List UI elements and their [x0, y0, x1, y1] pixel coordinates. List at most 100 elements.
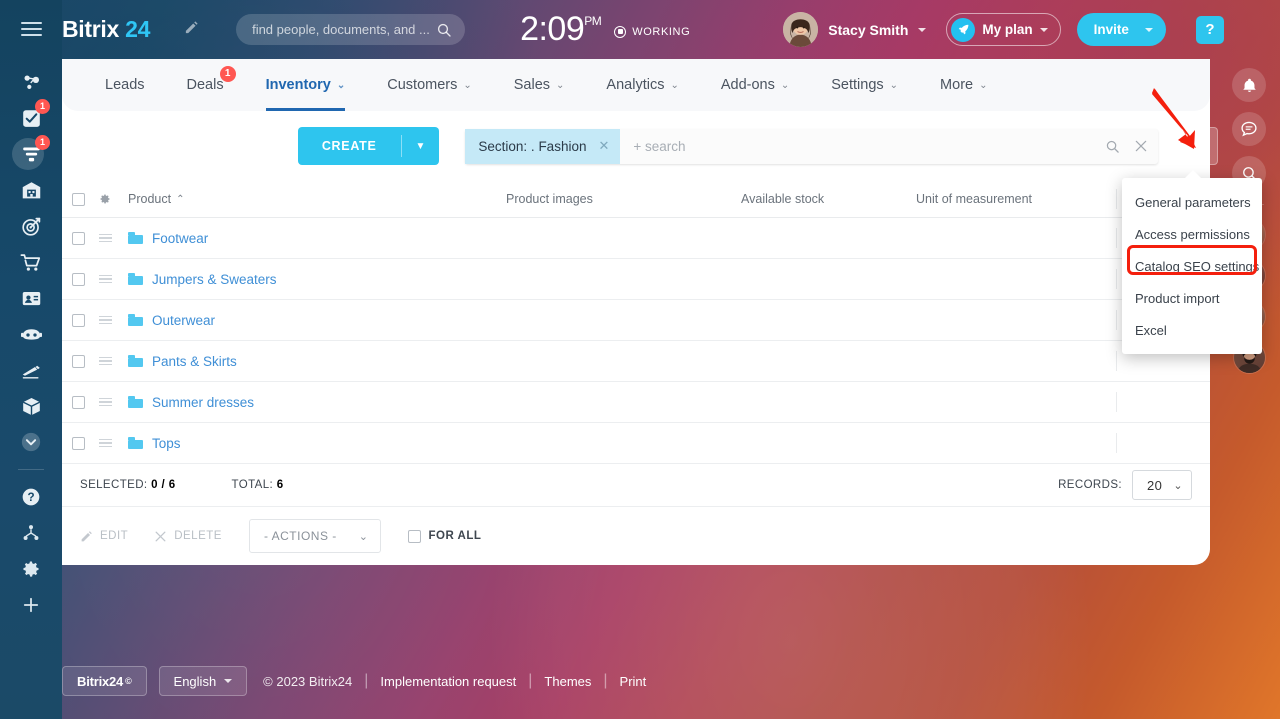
- sidebar-item-contact-center[interactable]: [0, 280, 62, 316]
- pencil-icon: [184, 20, 199, 35]
- app-root: 1 1: [0, 0, 1280, 719]
- row-select-cell[interactable]: [62, 355, 94, 368]
- work-status[interactable]: WORKING: [614, 26, 690, 38]
- actions-select[interactable]: - ACTIONS - ⌄: [249, 519, 381, 553]
- for-all-checkbox[interactable]: [408, 530, 421, 543]
- row-checkbox[interactable]: [72, 355, 85, 368]
- sidebar-item-tasks[interactable]: 1: [0, 100, 62, 136]
- sidebar-item-marketing[interactable]: [0, 208, 62, 244]
- tab-deals[interactable]: 1 Deals: [166, 59, 245, 111]
- notifications-button[interactable]: [1232, 68, 1266, 102]
- filter-chip-section[interactable]: Section: . Fashion ✕: [465, 129, 620, 164]
- menu-toggle-area[interactable]: [0, 0, 62, 59]
- column-header-product[interactable]: Product ⌃: [116, 192, 506, 206]
- table-row[interactable]: Summer dresses: [62, 382, 1210, 423]
- grid-settings-button[interactable]: [94, 193, 116, 205]
- tab-addons[interactable]: Add-ons ⌄: [700, 59, 810, 111]
- select-all-cell[interactable]: [62, 193, 94, 206]
- sidebar-item-inventory[interactable]: [0, 388, 62, 424]
- filter-search-placeholder[interactable]: + search: [633, 139, 1105, 154]
- my-plan-button[interactable]: My plan: [946, 13, 1060, 46]
- sidebar-item-add[interactable]: [0, 587, 62, 623]
- column-header-available-stock[interactable]: Available stock: [741, 192, 916, 206]
- user-menu[interactable]: Stacy Smith: [783, 12, 926, 47]
- row-select-cell[interactable]: [62, 273, 94, 286]
- sidebar-item-sitemap[interactable]: [0, 515, 62, 551]
- row-product-link[interactable]: Outerwear: [152, 313, 215, 328]
- menu-item-product-import[interactable]: Product import: [1122, 282, 1262, 314]
- row-checkbox[interactable]: [72, 396, 85, 409]
- row-drag-handle[interactable]: [94, 396, 116, 409]
- sidebar-item-more[interactable]: [0, 424, 62, 460]
- for-all-toggle[interactable]: FOR ALL: [408, 530, 482, 543]
- edit-pencil-icon[interactable]: [184, 20, 199, 40]
- row-product-link[interactable]: Jumpers & Sweaters: [152, 272, 277, 287]
- favorite-star-icon[interactable]: ☆: [248, 135, 265, 158]
- tab-analytics[interactable]: Analytics ⌄: [585, 59, 699, 111]
- row-checkbox[interactable]: [72, 232, 85, 245]
- sidebar-item-automation[interactable]: [0, 316, 62, 352]
- row-checkbox[interactable]: [72, 273, 85, 286]
- search-icon[interactable]: [1105, 139, 1120, 154]
- brand-logo[interactable]: Bitrix 24: [62, 16, 150, 43]
- row-select-cell[interactable]: [62, 232, 94, 245]
- column-header-product-images[interactable]: Product images: [506, 192, 741, 206]
- row-select-cell[interactable]: [62, 314, 94, 327]
- row-product-link[interactable]: Footwear: [152, 231, 208, 246]
- table-row[interactable]: Footwear: [62, 218, 1210, 259]
- footer-brand-button[interactable]: Bitrix24 ©: [62, 666, 147, 696]
- user-name: Stacy Smith: [828, 22, 908, 38]
- invite-button[interactable]: Invite: [1077, 13, 1166, 46]
- row-product-link[interactable]: Tops: [152, 436, 181, 451]
- table-row[interactable]: Outerwear: [62, 300, 1210, 341]
- row-product-link[interactable]: Pants & Skirts: [152, 354, 237, 369]
- sidebar-item-activity-stream[interactable]: [0, 64, 62, 100]
- select-all-checkbox[interactable]: [72, 193, 85, 206]
- column-header-unit-of-measurement[interactable]: Unit of measurement: [916, 192, 1116, 206]
- global-search-input[interactable]: find people, documents, and ...: [236, 14, 465, 45]
- row-checkbox[interactable]: [72, 437, 85, 450]
- row-drag-handle[interactable]: [94, 232, 116, 245]
- hamburger-menu-icon[interactable]: [21, 22, 42, 37]
- edit-button[interactable]: EDIT: [80, 530, 128, 543]
- row-select-cell[interactable]: [62, 396, 94, 409]
- footer-language-select[interactable]: English: [159, 666, 248, 696]
- table-row[interactable]: Tops: [62, 423, 1210, 464]
- filter-bar[interactable]: Section: . Fashion ✕ + search: [465, 129, 1158, 164]
- tab-settings[interactable]: Settings ⌄: [810, 59, 919, 111]
- table-row[interactable]: Jumpers & Sweaters: [62, 259, 1210, 300]
- tab-sales[interactable]: Sales ⌄: [493, 59, 586, 111]
- tab-leads[interactable]: Leads: [84, 59, 166, 111]
- chevron-down-icon[interactable]: ▼: [402, 141, 440, 152]
- menu-item-access-permissions[interactable]: Access permissions: [1122, 218, 1262, 250]
- row-product-link[interactable]: Summer dresses: [152, 395, 254, 410]
- sidebar-item-help[interactable]: ?: [0, 479, 62, 515]
- close-icon[interactable]: [1134, 139, 1148, 153]
- close-icon[interactable]: ✕: [598, 138, 609, 154]
- row-drag-handle[interactable]: [94, 355, 116, 368]
- footer-link-themes[interactable]: Themes: [544, 674, 591, 689]
- create-button[interactable]: CREATE ▼: [298, 127, 440, 165]
- tab-inventory[interactable]: Inventory ⌄: [245, 59, 367, 111]
- table-row[interactable]: Pants & Skirts: [62, 341, 1210, 382]
- footer-link-print[interactable]: Print: [620, 674, 647, 689]
- chat-button[interactable]: [1232, 112, 1266, 146]
- sidebar-item-crm[interactable]: 1: [0, 136, 62, 172]
- sidebar-item-online-store[interactable]: [0, 244, 62, 280]
- sidebar-item-settings[interactable]: [0, 551, 62, 587]
- footer-link-implementation-request[interactable]: Implementation request: [380, 674, 516, 689]
- tab-customers[interactable]: Customers ⌄: [366, 59, 493, 111]
- row-select-cell[interactable]: [62, 437, 94, 450]
- sidebar-item-sign[interactable]: [0, 352, 62, 388]
- sidebar-item-company[interactable]: [0, 172, 62, 208]
- delete-button[interactable]: DELETE: [154, 530, 222, 543]
- row-drag-handle[interactable]: [94, 314, 116, 327]
- menu-item-excel[interactable]: Excel: [1122, 314, 1262, 346]
- row-drag-handle[interactable]: [94, 273, 116, 286]
- tab-more[interactable]: More ⌄: [919, 59, 1008, 111]
- row-drag-handle[interactable]: [94, 437, 116, 450]
- menu-item-general-parameters[interactable]: General parameters: [1122, 186, 1262, 218]
- records-per-page-select[interactable]: 20 ⌄: [1132, 470, 1192, 500]
- row-checkbox[interactable]: [72, 314, 85, 327]
- menu-item-catalog-seo-settings[interactable]: Catalog SEO settings: [1122, 250, 1262, 282]
